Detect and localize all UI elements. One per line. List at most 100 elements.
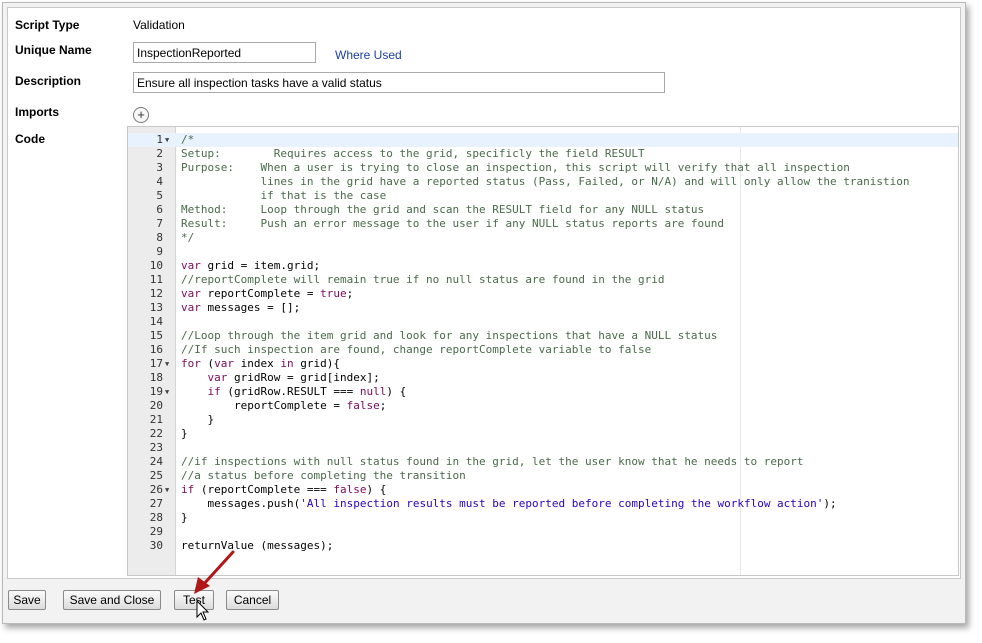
code-line: 23 (128, 441, 958, 455)
save-and-close-button[interactable]: Save and Close (63, 590, 161, 610)
code-text: //if inspections with null status found … (181, 455, 804, 468)
line-number: 17 (149, 357, 163, 370)
code-line: 26 ▼ if (reportComplete === false) { (128, 483, 958, 497)
code-line: 19 ▼ if (gridRow.RESULT === null) { (128, 385, 958, 399)
code-line: 22} (128, 427, 958, 441)
line-number: 14 (149, 315, 163, 328)
unique-name-field[interactable]: InspectionReported (133, 42, 316, 63)
code-line: 15 //Loop through the item grid and look … (128, 329, 958, 343)
line-number: 8 (156, 231, 163, 244)
code-text: messages.push('All inspection results mu… (207, 497, 837, 510)
code-text: } (181, 413, 215, 426)
code-line: 8 */ (128, 231, 958, 245)
line-number: 13 (149, 301, 163, 314)
unique-name-label: Unique Name (15, 43, 92, 57)
line-number: 12 (149, 287, 163, 300)
line-number: 10 (149, 259, 163, 272)
line-number: 22 (149, 427, 163, 440)
code-line: 14 (128, 315, 958, 329)
line-number: 5 (156, 189, 163, 202)
code-line: 24 //if inspections with null status foun… (128, 455, 958, 469)
code-text: Setup: Requires access to the grid, spec… (181, 147, 645, 160)
line-number: 23 (149, 441, 163, 454)
code-line: 13 var messages = []; (128, 301, 958, 315)
code-text: //Loop through the item grid and look fo… (181, 329, 718, 342)
where-used-link[interactable]: Where Used (335, 48, 402, 62)
line-number: 19 (149, 385, 163, 398)
code-text: if that is the case (181, 189, 387, 202)
script-editor-window: Script Type Validation Unique Name Inspe… (2, 2, 966, 624)
line-number: 26 (149, 483, 163, 496)
code-text: */ (181, 231, 195, 244)
mouse-cursor-icon (196, 600, 210, 621)
line-number: 27 (149, 497, 163, 510)
fold-toggle-icon[interactable]: ▼ (165, 483, 169, 497)
code-text: if (gridRow.RESULT === null) { (207, 385, 407, 398)
code-line: 16 //If such inspection are found, change… (128, 343, 958, 357)
description-label: Description (15, 74, 82, 88)
plus-circle-icon[interactable]: + (133, 107, 149, 123)
imports-label: Imports (15, 105, 60, 119)
code-line: 30 returnValue (messages); (128, 539, 958, 553)
code-text: var gridRow = grid[index]; (207, 371, 380, 384)
code-line: 21 } (128, 413, 958, 427)
script-type-value: Validation (133, 18, 185, 32)
annotation-arrow-icon (194, 550, 235, 594)
code-line: 6 Method: Loop through the grid and scan … (128, 203, 958, 217)
code-line: 1 ▼ /* (128, 133, 958, 147)
line-number: 30 (149, 539, 163, 552)
code-text: var grid = item.grid; (181, 259, 321, 272)
code-text: for (var index in grid){ (181, 357, 340, 370)
code-line: 5 if that is the case (128, 189, 958, 203)
code-text: var reportComplete = true; (181, 287, 354, 300)
code-text: Purpose: When a user is trying to close … (181, 161, 850, 174)
code-line: 25 //a status before completing the trans… (128, 469, 958, 483)
code-line: 29 (128, 525, 958, 539)
code-text: /* (181, 133, 195, 146)
line-number: 6 (156, 203, 163, 216)
line-number: 3 (156, 161, 163, 174)
code-line: 3 Purpose: When a user is trying to close… (128, 161, 958, 175)
code-line: 17 ▼ for (var index in grid){ (128, 357, 958, 371)
code-text: //If such inspection are found, change r… (181, 343, 652, 356)
code-text: Method: Loop through the grid and scan t… (181, 203, 705, 216)
code-editor[interactable]: 1 ▼/* 2 Setup: Requires access to the grid,… (127, 126, 959, 576)
fold-toggle-icon[interactable]: ▼ (165, 133, 169, 147)
fold-toggle-icon[interactable]: ▼ (165, 385, 169, 399)
code-text: //a status before completing the transit… (181, 469, 466, 482)
line-number: 18 (149, 371, 163, 384)
code-line: 4 lines in the grid have a reported stat… (128, 175, 958, 189)
line-number: 15 (149, 329, 163, 342)
line-number: 2 (156, 147, 163, 160)
code-line: 20 reportComplete = false; (128, 399, 958, 413)
code-text: lines in the grid have a reported status… (181, 175, 910, 188)
line-number: 7 (156, 217, 163, 230)
save-button[interactable]: Save (8, 590, 46, 610)
code-text: if (reportComplete === false) { (181, 483, 387, 496)
code-line: 10 var grid = item.grid; (128, 259, 958, 273)
line-number: 16 (149, 343, 163, 356)
code-line: 7 Result: Push an error message to the us… (128, 217, 958, 231)
fold-toggle-icon[interactable]: ▼ (165, 357, 169, 371)
line-number: 25 (149, 469, 163, 482)
script-type-label: Script Type (15, 18, 80, 32)
code-line: 28} (128, 511, 958, 525)
line-number: 29 (149, 525, 163, 538)
code-text: var messages = []; (181, 301, 301, 314)
line-number: 1 (156, 133, 163, 146)
code-text: reportComplete = false; (233, 399, 387, 412)
code-label: Code (15, 132, 45, 146)
code-text: } (181, 511, 188, 524)
description-field[interactable]: Ensure all inspection tasks have a valid… (133, 72, 665, 93)
line-number: 4 (156, 175, 163, 188)
code-line: 12 var reportComplete = true; (128, 287, 958, 301)
code-line: 2 Setup: Requires access to the grid, spe… (128, 147, 958, 161)
line-number: 9 (156, 245, 163, 258)
line-number: 24 (149, 455, 163, 468)
line-number: 20 (149, 399, 163, 412)
code-line: 9 (128, 245, 958, 259)
code-line: 11 //reportComplete will remain true if n… (128, 273, 958, 287)
code-line: 18 var gridRow = grid[index]; (128, 371, 958, 385)
code-text: Result: Push an error message to the use… (181, 217, 725, 230)
script-form-panel: Script Type Validation Unique Name Inspe… (7, 7, 961, 579)
